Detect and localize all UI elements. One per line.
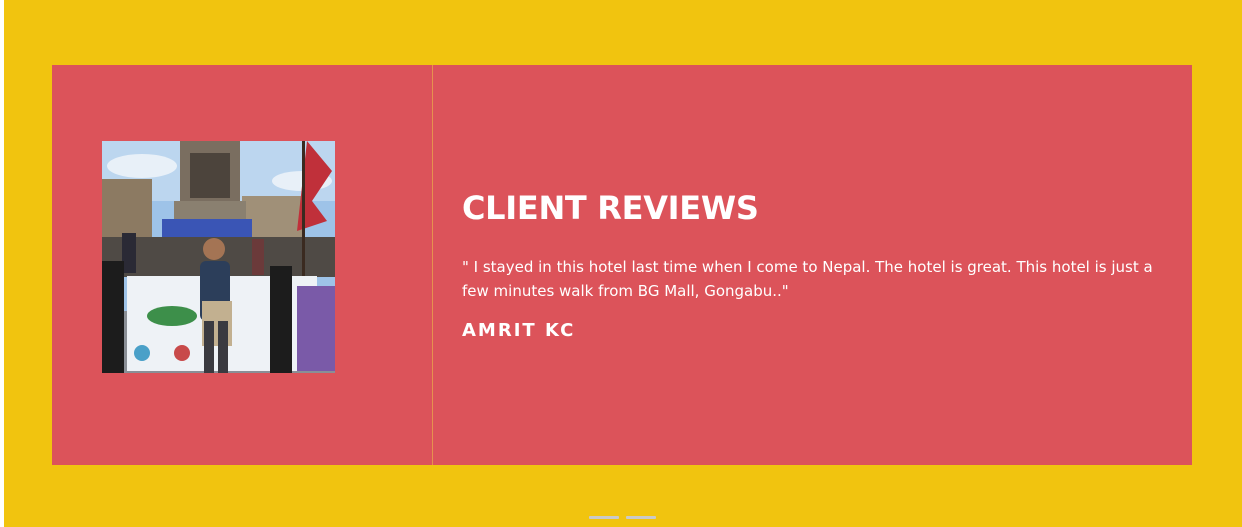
carousel-pagination <box>589 516 656 520</box>
testimonial-content: CLIENT REVIEWS " I stayed in this hotel … <box>462 183 1182 341</box>
carousel-dot[interactable] <box>626 516 656 519</box>
client-photo <box>102 141 335 373</box>
reviewer-name: AMRIT KC <box>462 320 576 341</box>
testimonial-section: CLIENT REVIEWS " I stayed in this hotel … <box>0 0 1242 527</box>
client-photo-illustration <box>102 141 335 373</box>
card-divider <box>432 65 433 465</box>
section-heading: CLIENT REVIEWS <box>462 189 759 227</box>
review-quote: " I stayed in this hotel last time when … <box>462 258 1153 300</box>
testimonial-card: CLIENT REVIEWS " I stayed in this hotel … <box>52 65 1192 465</box>
page-edge <box>0 0 4 527</box>
carousel-dot[interactable] <box>589 516 619 519</box>
